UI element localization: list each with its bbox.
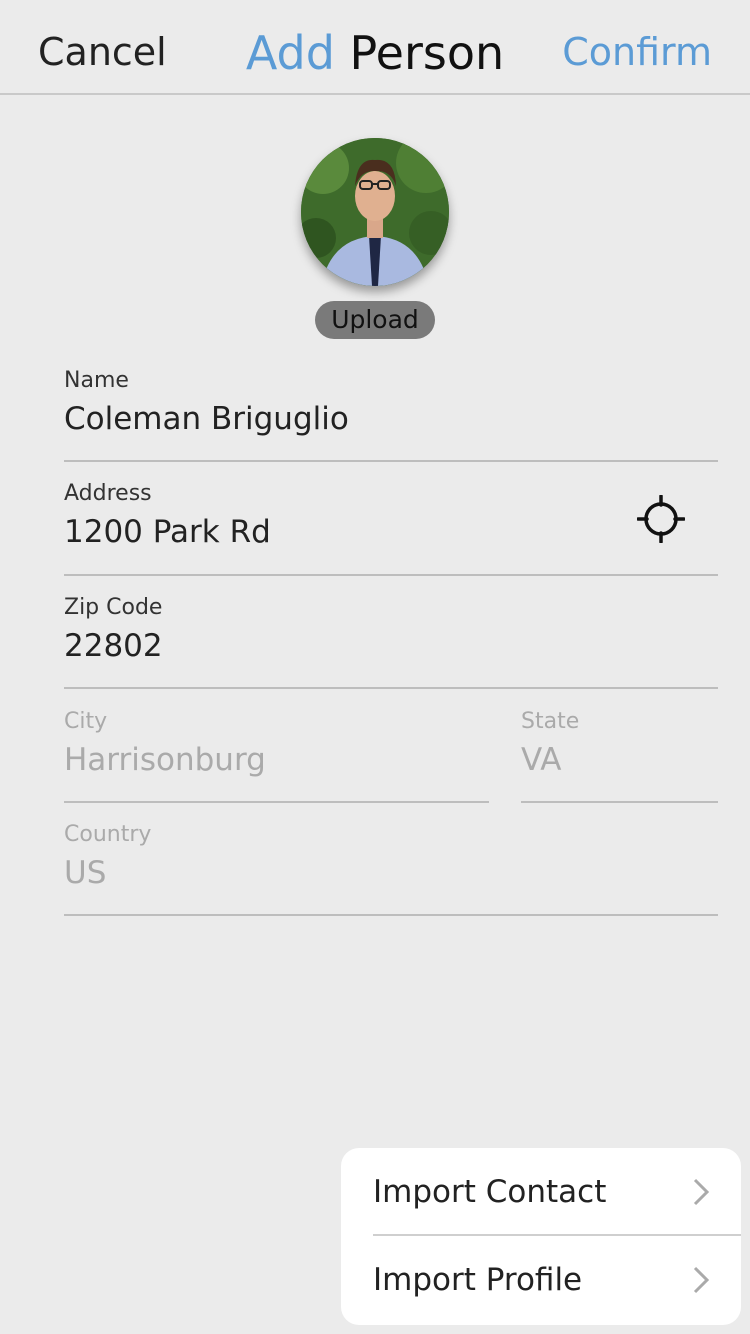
zip-code-field[interactable]: Zip Code 22802 (64, 595, 718, 689)
confirm-button[interactable]: Confirm (562, 30, 712, 74)
address-field[interactable]: Address 1200 Park Rd (64, 481, 718, 576)
chevron-right-icon (693, 1266, 710, 1294)
address-input[interactable]: 1200 Park Rd (64, 514, 718, 550)
avatar[interactable] (301, 138, 449, 286)
state-label: State (521, 709, 580, 734)
import-contact-item[interactable]: Import Contact (373, 1148, 741, 1236)
top-bar: Cancel Add Person Confirm (0, 0, 750, 95)
address-underline (64, 574, 718, 576)
city-underline (64, 801, 489, 803)
city-label: City (64, 709, 108, 734)
country-input: US (64, 855, 107, 891)
city-input: Harrisonburg (64, 742, 266, 778)
name-underline (64, 460, 718, 462)
country-underline (64, 914, 718, 916)
state-input: VA (521, 742, 562, 778)
page-title-rest: Person (349, 26, 505, 80)
import-profile-item[interactable]: Import Profile (373, 1236, 741, 1324)
state-underline (521, 801, 718, 803)
address-label: Address (64, 481, 152, 506)
page-title-accent: Add (245, 26, 335, 80)
name-field[interactable]: Name Coleman Briguglio (64, 368, 718, 462)
import-contact-label: Import Contact (373, 1174, 607, 1210)
upload-button[interactable]: Upload (315, 301, 435, 339)
country-field: Country US (64, 822, 718, 916)
locate-crosshair-icon[interactable] (637, 495, 685, 543)
name-label: Name (64, 368, 129, 393)
country-label: Country (64, 822, 152, 847)
name-input[interactable]: Coleman Briguglio (64, 401, 718, 437)
zip-code-underline (64, 687, 718, 689)
zip-code-input[interactable]: 22802 (64, 628, 718, 664)
chevron-right-icon (693, 1178, 710, 1206)
zip-code-label: Zip Code (64, 595, 163, 620)
state-field: State VA (521, 709, 718, 803)
import-menu: Import Contact Import Profile (341, 1148, 741, 1325)
avatar-photo (301, 138, 449, 286)
import-profile-label: Import Profile (373, 1262, 583, 1298)
city-field: City Harrisonburg (64, 709, 489, 803)
